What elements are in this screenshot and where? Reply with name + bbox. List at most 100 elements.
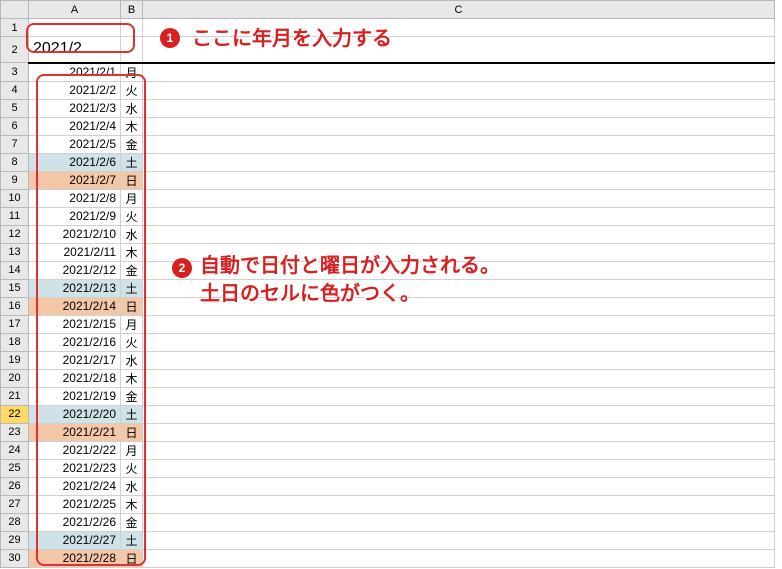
cell-dow[interactable]: 月 xyxy=(121,315,143,333)
row-header[interactable]: 20 xyxy=(1,369,29,387)
cell-empty[interactable] xyxy=(143,243,775,261)
cell-dow[interactable]: 月 xyxy=(121,441,143,459)
cell-date[interactable]: 2021/2/28 xyxy=(29,549,121,567)
cell-dow[interactable]: 木 xyxy=(121,495,143,513)
row-header[interactable]: 29 xyxy=(1,531,29,549)
cell-dow[interactable]: 火 xyxy=(121,459,143,477)
cell-empty[interactable] xyxy=(143,549,775,567)
cell-dow[interactable]: 金 xyxy=(121,387,143,405)
cell-empty[interactable] xyxy=(143,153,775,171)
cell-dow[interactable]: 日 xyxy=(121,549,143,567)
cell-date[interactable]: 2021/2/4 xyxy=(29,117,121,135)
cell-empty[interactable] xyxy=(143,63,775,82)
cell-empty[interactable] xyxy=(143,261,775,279)
cell-date[interactable]: 2021/2/26 xyxy=(29,513,121,531)
spreadsheet-grid[interactable]: A B C 122021/232021/2/1月42021/2/2火52021/… xyxy=(0,0,775,568)
cell-empty[interactable] xyxy=(143,99,775,117)
cell-dow[interactable]: 水 xyxy=(121,477,143,495)
row-header[interactable]: 4 xyxy=(1,81,29,99)
cell-empty[interactable] xyxy=(143,279,775,297)
cell-date[interactable]: 2021/2/7 xyxy=(29,171,121,189)
row-header[interactable]: 24 xyxy=(1,441,29,459)
cell-date[interactable]: 2021/2/20 xyxy=(29,405,121,423)
col-header-C[interactable]: C xyxy=(143,1,775,19)
cell-dow[interactable]: 火 xyxy=(121,333,143,351)
cell-empty[interactable] xyxy=(143,495,775,513)
cell-date[interactable]: 2021/2/21 xyxy=(29,423,121,441)
cell-date[interactable]: 2021/2/5 xyxy=(29,135,121,153)
cell-empty[interactable] xyxy=(143,297,775,315)
cell-date[interactable]: 2021/2/18 xyxy=(29,369,121,387)
cell-dow[interactable]: 木 xyxy=(121,117,143,135)
cell-date[interactable]: 2021/2/3 xyxy=(29,99,121,117)
input-year-month-cell[interactable]: 2021/2 xyxy=(29,37,121,63)
row-header[interactable]: 30 xyxy=(1,549,29,567)
cell-date[interactable]: 2021/2/11 xyxy=(29,243,121,261)
cell-date[interactable]: 2021/2/22 xyxy=(29,441,121,459)
cell-dow[interactable]: 土 xyxy=(121,531,143,549)
cell-empty[interactable] xyxy=(143,405,775,423)
row-header[interactable]: 1 xyxy=(1,19,29,37)
cell-dow[interactable]: 水 xyxy=(121,225,143,243)
cell-date[interactable]: 2021/2/1 xyxy=(29,63,121,82)
cell-empty[interactable] xyxy=(143,423,775,441)
cell-date[interactable]: 2021/2/14 xyxy=(29,297,121,315)
cell-dow[interactable]: 土 xyxy=(121,153,143,171)
row-header[interactable]: 18 xyxy=(1,333,29,351)
cell-dow[interactable]: 火 xyxy=(121,207,143,225)
cell-empty[interactable] xyxy=(143,225,775,243)
cell-date[interactable]: 2021/2/13 xyxy=(29,279,121,297)
cell-empty[interactable] xyxy=(143,171,775,189)
row-header[interactable]: 14 xyxy=(1,261,29,279)
row-header[interactable]: 8 xyxy=(1,153,29,171)
select-all-corner[interactable] xyxy=(1,1,29,19)
cell-empty[interactable] xyxy=(143,19,775,37)
row-header[interactable]: 25 xyxy=(1,459,29,477)
cell-dow[interactable]: 木 xyxy=(121,369,143,387)
cell-date[interactable]: 2021/2/8 xyxy=(29,189,121,207)
cell-date[interactable]: 2021/2/6 xyxy=(29,153,121,171)
cell-date[interactable]: 2021/2/2 xyxy=(29,81,121,99)
row-header[interactable]: 11 xyxy=(1,207,29,225)
cell-empty[interactable] xyxy=(143,441,775,459)
cell-empty[interactable] xyxy=(143,387,775,405)
cell-date[interactable]: 2021/2/10 xyxy=(29,225,121,243)
cell-date[interactable]: 2021/2/23 xyxy=(29,459,121,477)
cell-empty[interactable] xyxy=(143,333,775,351)
row-header[interactable]: 21 xyxy=(1,387,29,405)
row-header[interactable]: 28 xyxy=(1,513,29,531)
cell-empty[interactable] xyxy=(143,351,775,369)
cell-empty[interactable] xyxy=(143,531,775,549)
cell-dow[interactable]: 木 xyxy=(121,243,143,261)
row-header[interactable]: 9 xyxy=(1,171,29,189)
cell-date[interactable]: 2021/2/9 xyxy=(29,207,121,225)
cell-date[interactable]: 2021/2/24 xyxy=(29,477,121,495)
cell-date[interactable] xyxy=(29,19,121,37)
row-header[interactable]: 5 xyxy=(1,99,29,117)
cell-empty[interactable] xyxy=(143,81,775,99)
cell-empty[interactable] xyxy=(143,135,775,153)
cell-dow[interactable]: 月 xyxy=(121,189,143,207)
row-header[interactable]: 3 xyxy=(1,63,29,82)
row-header[interactable]: 7 xyxy=(1,135,29,153)
cell-dow[interactable]: 金 xyxy=(121,513,143,531)
row-header[interactable]: 26 xyxy=(1,477,29,495)
cell-empty[interactable] xyxy=(143,315,775,333)
cell-date[interactable]: 2021/2/17 xyxy=(29,351,121,369)
cell-date[interactable]: 2021/2/15 xyxy=(29,315,121,333)
cell-empty[interactable] xyxy=(143,207,775,225)
row-header[interactable]: 27 xyxy=(1,495,29,513)
cell-empty[interactable] xyxy=(143,459,775,477)
cell-empty[interactable] xyxy=(143,513,775,531)
col-header-A[interactable]: A xyxy=(29,1,121,19)
cell-dow[interactable] xyxy=(121,19,143,37)
row-header[interactable]: 10 xyxy=(1,189,29,207)
row-header[interactable]: 22 xyxy=(1,405,29,423)
row-header[interactable]: 12 xyxy=(1,225,29,243)
cell-empty[interactable] xyxy=(143,37,775,63)
row-header[interactable]: 13 xyxy=(1,243,29,261)
cell-empty[interactable] xyxy=(143,117,775,135)
row-header[interactable]: 2 xyxy=(1,37,29,63)
row-header[interactable]: 23 xyxy=(1,423,29,441)
cell-dow[interactable]: 金 xyxy=(121,261,143,279)
